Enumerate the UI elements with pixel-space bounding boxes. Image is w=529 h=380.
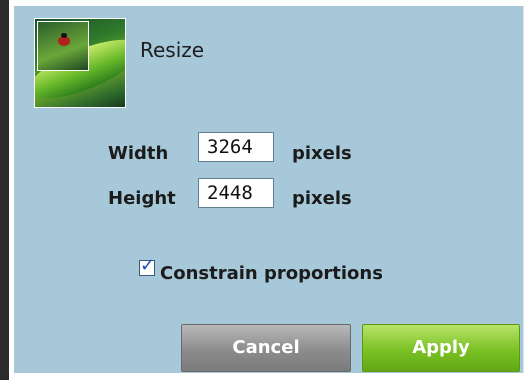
width-unit: pixels <box>292 143 352 164</box>
apply-button[interactable]: Apply <box>362 324 520 372</box>
checkmark-icon: ✓ <box>140 255 156 276</box>
height-input[interactable] <box>198 178 274 208</box>
bottom-edge <box>14 373 529 380</box>
dialog-title: Resize <box>140 38 205 62</box>
image-thumbnail <box>34 18 126 108</box>
constrain-label[interactable]: Constrain proportions <box>160 263 383 284</box>
thumbnail-inset <box>37 21 89 71</box>
ladybug-icon <box>58 33 70 46</box>
width-label: Width <box>108 143 169 164</box>
height-label: Height <box>108 188 176 209</box>
resize-dialog: Resize Width pixels Height pixels ✓ Cons… <box>14 6 524 373</box>
cancel-button[interactable]: Cancel <box>181 324 351 372</box>
height-unit: pixels <box>292 188 352 209</box>
constrain-checkbox[interactable]: ✓ <box>139 255 155 276</box>
width-input[interactable] <box>198 132 274 162</box>
window-left-edge <box>0 0 9 380</box>
